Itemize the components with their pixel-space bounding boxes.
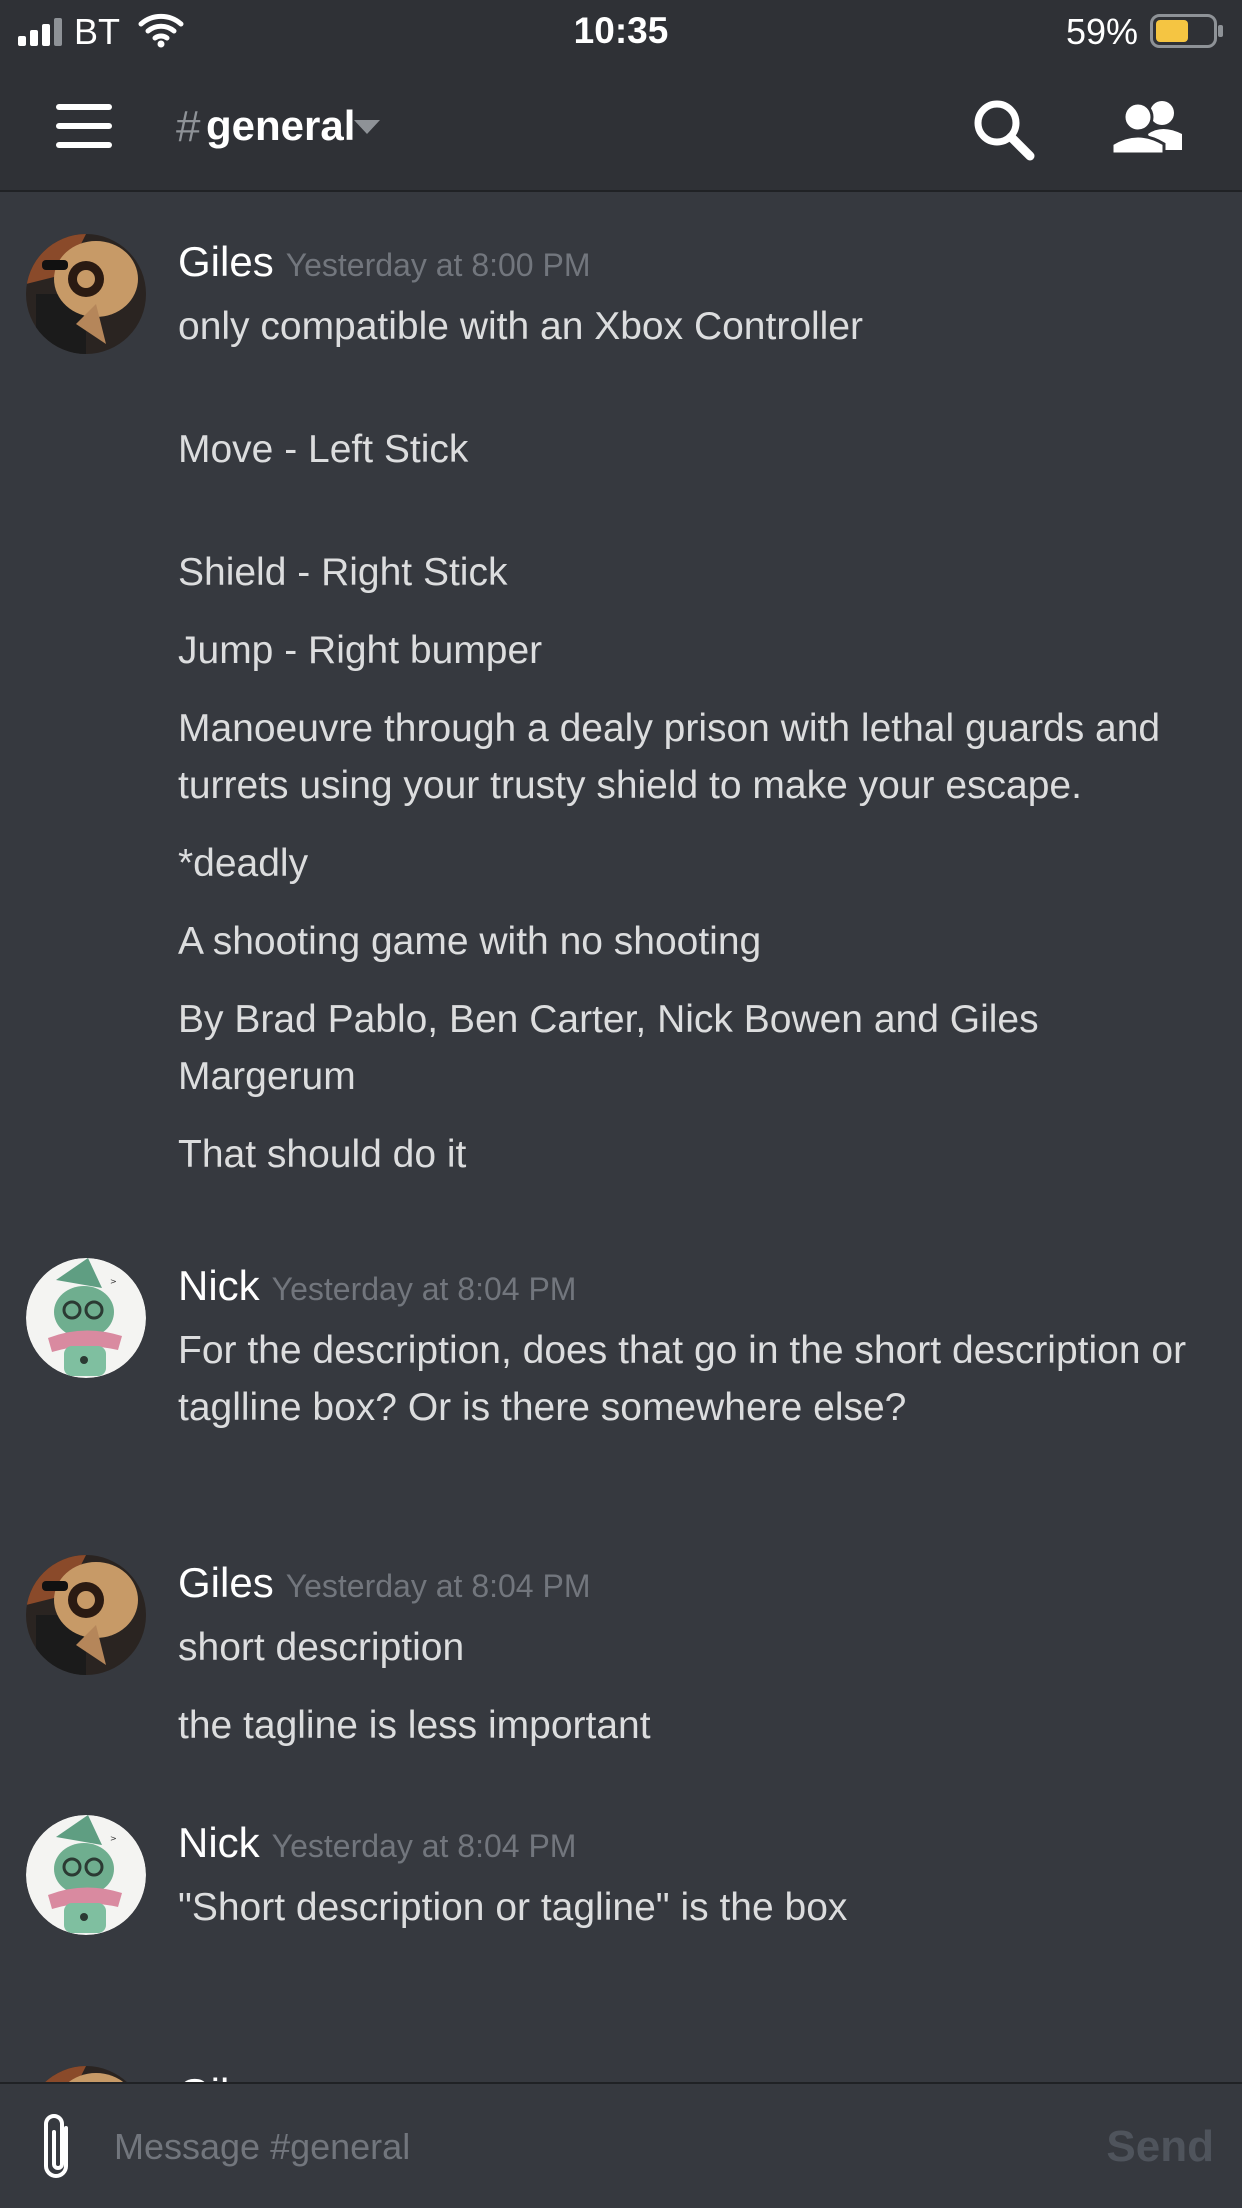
paperclip-icon[interactable] [36,2110,80,2186]
message-header: Giles Yesterday at 8:05 PM [178,2066,1202,2082]
message-timestamp: Yesterday at 8:05 PM [286,2069,591,2082]
message-text: only compatible with an Xbox Controller [178,305,864,348]
message-timestamp: Yesterday at 8:04 PM [271,1271,577,1307]
message-text: Shield - Right Stick [178,551,508,594]
message-text: Move - Left Stick [178,428,469,471]
message-text: For the description, does that go in the… [178,1329,1187,1429]
send-button[interactable]: Send [1106,2114,1214,2180]
message-group: > Nick Yesterday at 8:04 PM For the descrip… [0,1258,1242,1436]
message-text: That should do it [178,1133,467,1176]
message-input[interactable] [114,2114,1054,2180]
message-header: Nick Yesterday at 8:04 PM [178,1815,1202,1879]
message-author[interactable]: Nick [178,1258,260,1314]
hamburger-menu-icon[interactable] [56,104,116,154]
message-group: Giles Yesterday at 8:05 PM [0,2066,1242,2082]
message-text: short description [178,1626,465,1669]
message-author[interactable]: Giles [178,234,274,290]
svg-text:>: > [110,1277,117,1286]
message-timestamp: Yesterday at 8:04 PM [271,1828,577,1864]
message-group: Giles Yesterday at 8:04 PM short descripti… [0,1555,1242,1754]
message-author[interactable]: Giles [178,1555,274,1611]
message-text: *deadly [178,842,309,885]
giles-avatar[interactable] [26,234,146,354]
message-header: Giles Yesterday at 8:00 PM [178,234,1202,298]
nick-avatar[interactable]: > [26,1815,146,1935]
message-group: > Nick Yesterday at 8:04 PM "Short descript… [0,1815,1242,1936]
message-group: Giles Yesterday at 8:00 PM only compatible… [0,234,1242,1183]
giles-avatar[interactable] [26,2066,146,2082]
battery-icon [1150,14,1223,48]
svg-text:>: > [110,1834,117,1843]
message-text: the tagline is less important [178,1704,651,1747]
message-author[interactable]: Giles [178,2066,274,2082]
chevron-down-icon[interactable] [352,116,382,138]
members-icon[interactable] [1110,98,1186,158]
message-text: "Short description or tagline" is the bo… [178,1886,848,1929]
message-timestamp: Yesterday at 8:04 PM [285,1568,591,1604]
message-timestamp: Yesterday at 8:00 PM [285,247,591,283]
channel-hash-symbol: # [176,102,201,151]
message-text: A shooting game with no shooting [178,920,762,963]
message-text: Jump - Right bumper [178,629,543,672]
channel-header: # general [0,64,1242,192]
message-author[interactable]: Nick [178,1815,260,1871]
giles-avatar[interactable] [26,1555,146,1675]
message-text: By Brad Pablo, Ben Carter, Nick Bowen an… [178,998,1039,1098]
message-composer: Send [0,2082,1242,2208]
search-icon[interactable] [970,96,1036,162]
message-list[interactable]: Giles Yesterday at 8:00 PM only compatible… [0,194,1242,2082]
message-header: Nick Yesterday at 8:04 PM [178,1258,1202,1322]
message-text: Manoeuvre through a dealy prison with le… [178,707,1161,807]
nick-avatar[interactable]: > [26,1258,146,1378]
status-bar: BT 10:35 59% [0,0,1242,64]
app-screen: BT 10:35 59% # general Giles Yesterday a… [0,0,1242,2208]
message-header: Giles Yesterday at 8:04 PM [178,1555,1202,1619]
status-time: 10:35 [573,10,669,51]
battery-percentage: 59% [1065,11,1138,52]
channel-name[interactable]: general [206,100,355,152]
